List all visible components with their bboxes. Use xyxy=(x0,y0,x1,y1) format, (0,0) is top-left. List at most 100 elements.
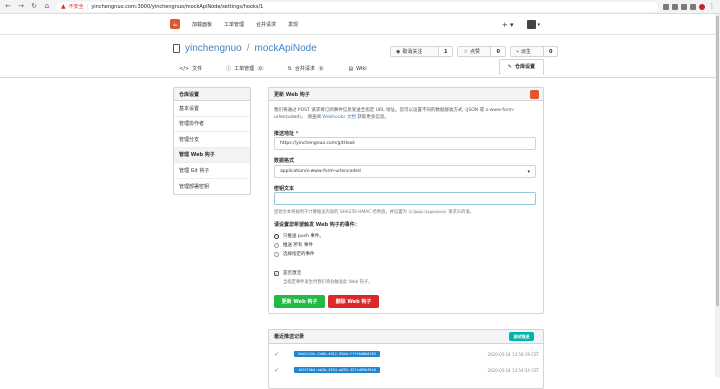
fork-icon: ⑂ xyxy=(516,49,519,55)
tab-pulls-label: 合并请求 xyxy=(295,65,315,72)
extension-icon[interactable] xyxy=(663,4,669,10)
desc-suffix: 获取更多信息。 xyxy=(356,115,389,120)
browser-toolbar: ← → ↻ ⌂ ▲ 不安全 | yinchengnuo.com:3000/yin… xyxy=(0,0,720,14)
content-type-select[interactable]: application/x-www-form-urlencoded xyxy=(274,165,536,178)
nav-issues[interactable]: 工单管理 xyxy=(224,21,244,28)
webhooks-docs-link[interactable]: Webhooks 文档 xyxy=(322,115,356,120)
delivery-uuid[interactable]: 1d3f19b4-ab2b-4534-a035-427cd69b39c6 xyxy=(294,367,380,373)
create-menu-button[interactable]: + ▾ xyxy=(502,21,514,29)
event-choose-radio[interactable]: 选择指定的事件 xyxy=(274,251,315,257)
back-icon[interactable]: ← xyxy=(4,3,12,11)
active-help: 当指定事件发生时我们将会触发此 Web 钩子。 xyxy=(283,279,372,285)
star-button[interactable]: ☆点赞 0 xyxy=(457,46,505,57)
tab-wiki-label: Wiki xyxy=(356,66,367,72)
form-title-text: 更新 Web 钩子 xyxy=(274,91,310,98)
delivery-uuid[interactable]: 3eb2c22e-2a6b-4012-93dd-ffff6d8b8f83 xyxy=(294,351,380,357)
home-icon[interactable]: ⌂ xyxy=(43,3,51,11)
extension-bar: ⋮ xyxy=(663,3,716,11)
sidebar-item-collaborators[interactable]: 管理协作者 xyxy=(174,117,250,133)
fork-count[interactable]: 0 xyxy=(544,47,557,56)
tools-icon: ✎ xyxy=(508,64,512,70)
radio-selected-icon xyxy=(274,234,279,239)
tab-issues[interactable]: ⓘ工单管理0 xyxy=(220,65,270,75)
chevron-down-icon: ▾ xyxy=(537,22,540,28)
divider: | xyxy=(87,4,89,10)
star-label: ☆点赞 xyxy=(458,47,491,56)
code-icon: </> xyxy=(179,66,189,72)
recent-deliveries: 最近推送记录 测试推送 ✓ 3eb2c22e-2a6b-4012-93dd-ff… xyxy=(268,329,544,389)
profile-icon[interactable] xyxy=(699,4,705,10)
tab-settings[interactable]: ✎仓库设置 xyxy=(499,59,544,75)
watch-text: 取消关注 xyxy=(402,48,422,55)
delivery-item[interactable]: ✓ 1d3f19b4-ab2b-4534-a035-427cd69b39c6 2… xyxy=(274,365,539,375)
nav-dashboard[interactable]: 加载面板 xyxy=(192,21,212,28)
event-push-only-radio[interactable]: 只推送 push 事件。 xyxy=(274,233,324,239)
signature-header-code: X-Gogs-Signature xyxy=(408,209,447,214)
extension-icon[interactable] xyxy=(681,4,687,10)
active-label: 是否激活 xyxy=(283,270,301,276)
repo-owner-link[interactable]: yinchengnuo xyxy=(185,43,242,54)
settings-sidebar: 仓库设置 基本设置 管理协作者 管理分支 管理 Web 钩子 管理 Git 钩子… xyxy=(173,87,251,195)
delivery-time: 2020-05-24 13:54:24 CST xyxy=(487,368,539,373)
url-text[interactable]: yinchengnuo.com:3000/yinchengnuo/mockApi… xyxy=(91,4,263,10)
extension-icon[interactable] xyxy=(690,4,696,10)
watch-label: ◉取消关注 xyxy=(391,47,439,56)
watch-count[interactable]: 1 xyxy=(439,47,452,56)
avatar xyxy=(527,20,536,29)
reload-icon[interactable]: ↻ xyxy=(30,3,38,11)
book-icon: ▤ xyxy=(348,66,353,72)
star-count[interactable]: 0 xyxy=(491,47,504,56)
active-checkbox[interactable]: ✓ 是否激活 xyxy=(274,270,301,276)
fork-button[interactable]: ⑂派生 0 xyxy=(510,46,558,57)
gitea-logo-icon[interactable]: ☕ xyxy=(170,19,180,29)
issues-count-badge: 0 xyxy=(257,66,264,71)
watch-button[interactable]: ◉取消关注 1 xyxy=(390,46,453,57)
delete-webhook-button[interactable]: 删除 Web 钩子 xyxy=(328,295,379,308)
tab-settings-label: 仓库设置 xyxy=(515,63,535,70)
radio-icon xyxy=(274,252,279,257)
sidebar-item-git-hooks[interactable]: 管理 Git 钩子 xyxy=(174,163,250,179)
address-bar[interactable]: ▲ 不安全 | yinchengnuo.com:3000/yinchengnuo… xyxy=(56,2,658,12)
checkmark-icon: ✓ xyxy=(274,271,279,276)
payload-url-input[interactable]: https://yinchengnuo.com/gitHook xyxy=(274,137,536,150)
tab-issues-label: 工单管理 xyxy=(234,65,254,72)
page-scrollbar[interactable] xyxy=(715,14,720,377)
pulls-count-badge: 0 xyxy=(318,66,325,71)
tab-divider xyxy=(0,77,720,78)
events-label: 请设置您希望触发 Web 钩子的事件： xyxy=(274,221,360,228)
nav-pulls[interactable]: 合并请求 xyxy=(256,21,276,28)
radio-icon xyxy=(274,243,279,248)
secret-input[interactable] xyxy=(274,192,536,205)
url-label: 推送地址 * xyxy=(274,130,298,137)
tab-wiki[interactable]: ▤Wiki xyxy=(342,66,372,75)
extension-icon[interactable] xyxy=(672,4,678,10)
check-icon: ✓ xyxy=(274,367,285,374)
menu-icon[interactable]: ⋮ xyxy=(708,3,716,11)
fork-text: 派生 xyxy=(521,48,531,55)
scrollbar-thumb[interactable] xyxy=(716,16,719,306)
sidebar-item-options[interactable]: 基本设置 xyxy=(174,101,250,117)
tab-pulls[interactable]: ⇅合并请求0 xyxy=(282,65,331,75)
nav-explore[interactable]: 发现 xyxy=(288,21,298,28)
sidebar-item-webhooks[interactable]: 管理 Web 钩子 xyxy=(174,148,250,164)
sidebar-item-deploy-keys[interactable]: 管理部署密钥 xyxy=(174,179,250,195)
forward-icon[interactable]: → xyxy=(17,3,25,11)
event-all-label: 推送 所有 事件 xyxy=(283,242,313,248)
recent-title-text: 最近推送记录 xyxy=(274,333,304,340)
site-header: ☕ 加载面板 工单管理 合并请求 发现 + ▾ ▾ xyxy=(0,14,720,35)
test-delivery-button[interactable]: 测试推送 xyxy=(509,332,534,341)
update-webhook-button[interactable]: 更新 Web 钩子 xyxy=(274,295,325,308)
tab-code[interactable]: </>文件 xyxy=(173,65,208,75)
secret-help: 密钥文本将被用于计算推送内容的 SHA256 HMAC 哈希值，并设置为 X-G… xyxy=(274,209,474,215)
delivery-item[interactable]: ✓ 3eb2c22e-2a6b-4012-93dd-ffff6d8b8f83 2… xyxy=(274,349,539,359)
star-icon: ☆ xyxy=(463,49,467,55)
fork-label: ⑂派生 xyxy=(511,47,544,56)
repo-name-link[interactable]: mockApiNode xyxy=(255,43,317,54)
secret-help-suffix: 请求头的值。 xyxy=(447,210,474,215)
sidebar-item-branches[interactable]: 管理分支 xyxy=(174,132,250,148)
form-title: 更新 Web 钩子 xyxy=(269,88,543,101)
user-menu[interactable]: ▾ xyxy=(527,20,540,29)
recent-deliveries-title: 最近推送记录 测试推送 xyxy=(269,330,543,344)
event-all-radio[interactable]: 推送 所有 事件 xyxy=(274,242,313,248)
tab-code-label: 文件 xyxy=(192,65,202,72)
